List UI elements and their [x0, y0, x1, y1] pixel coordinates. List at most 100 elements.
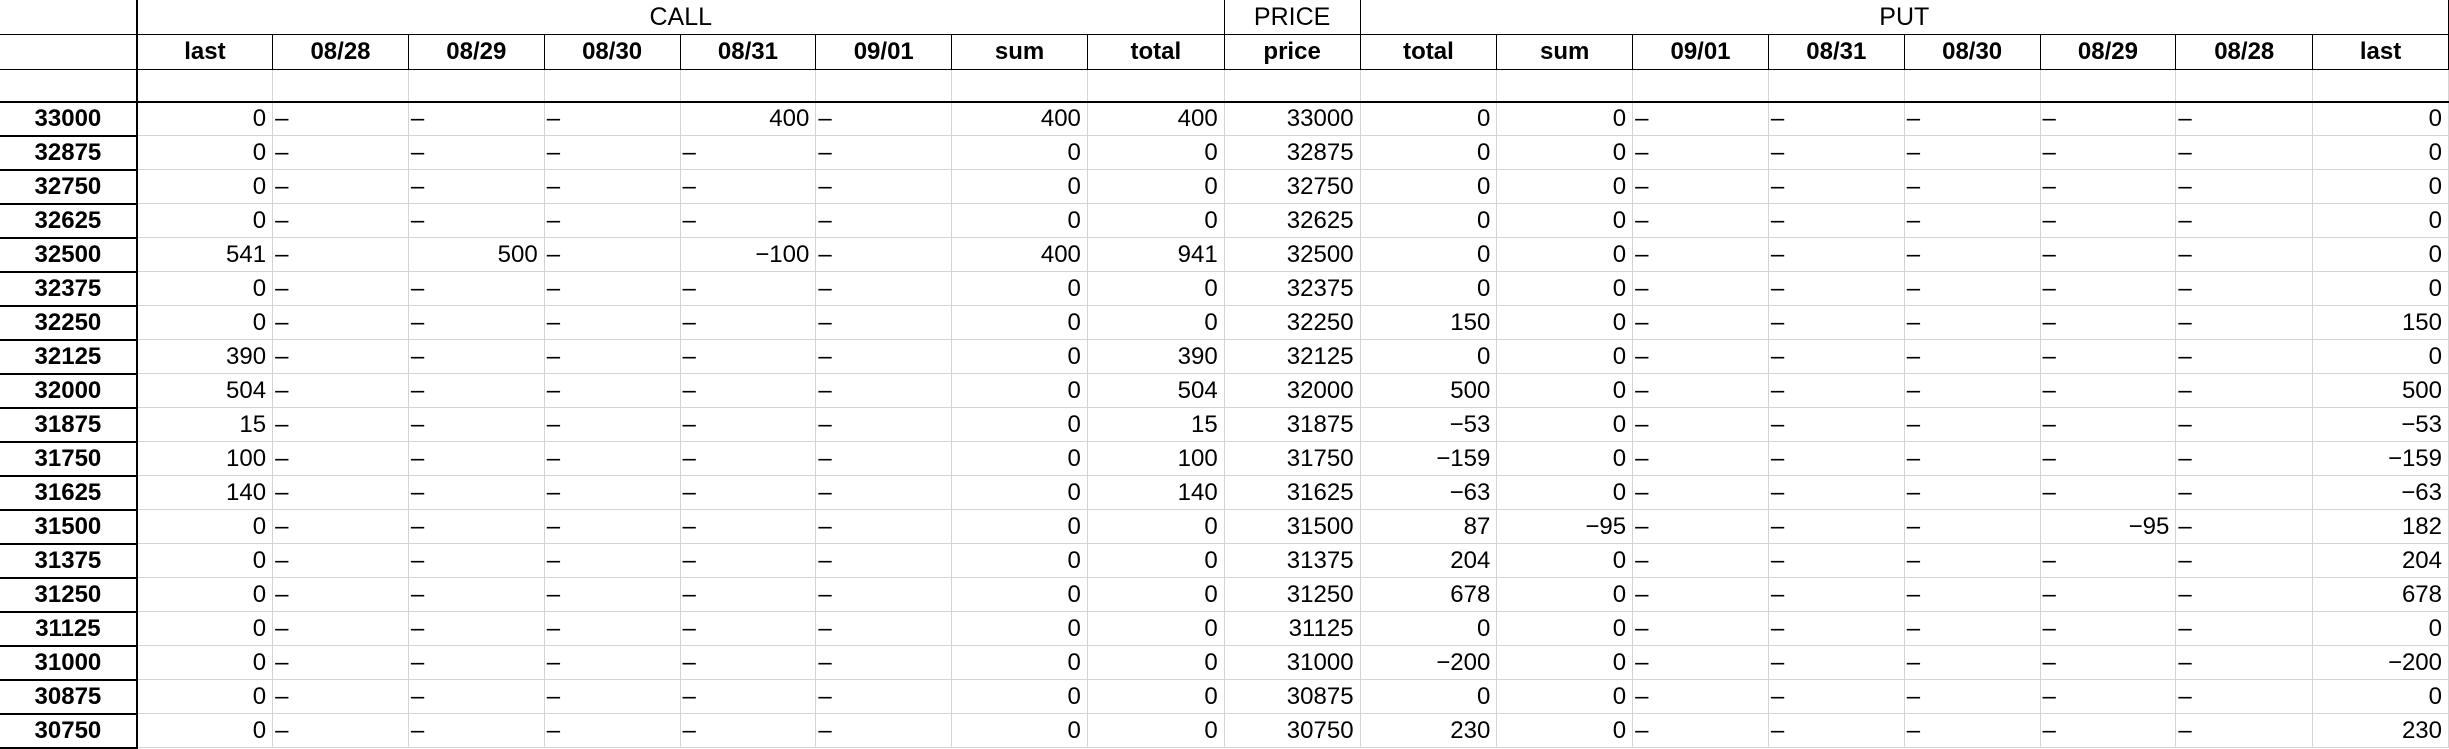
empty-cell[interactable]: [408, 69, 545, 103]
table-cell[interactable]: –: [2175, 237, 2314, 272]
table-cell[interactable]: 0: [136, 305, 274, 340]
table-cell[interactable]: 678: [2312, 577, 2449, 612]
table-cell[interactable]: 941: [1087, 237, 1225, 272]
table-cell[interactable]: –: [544, 407, 681, 442]
column-header[interactable]: 08/31: [1768, 34, 1905, 70]
table-cell[interactable]: 33000: [1224, 101, 1361, 136]
table-cell[interactable]: –: [408, 169, 545, 204]
table-cell[interactable]: 541: [136, 237, 274, 272]
table-cell[interactable]: –: [1904, 305, 2041, 340]
table-cell[interactable]: –: [408, 101, 545, 136]
column-header[interactable]: 08/29: [408, 34, 545, 70]
table-cell[interactable]: –: [815, 713, 953, 748]
column-header[interactable]: sum: [951, 34, 1088, 70]
table-cell[interactable]: –: [1632, 237, 1769, 272]
table-cell[interactable]: 0: [951, 339, 1088, 374]
table-cell[interactable]: –: [408, 543, 545, 578]
table-cell[interactable]: –: [1768, 271, 1905, 306]
table-cell[interactable]: 31250: [1224, 577, 1361, 612]
table-cell[interactable]: –: [2040, 237, 2177, 272]
table-cell[interactable]: –: [1632, 101, 1769, 136]
table-cell[interactable]: –: [1904, 101, 2041, 136]
table-cell[interactable]: 32250: [1224, 305, 1361, 340]
table-cell[interactable]: –: [272, 169, 409, 204]
table-cell[interactable]: 0: [951, 475, 1088, 510]
table-cell[interactable]: 400: [951, 237, 1088, 272]
table-cell[interactable]: –: [815, 339, 953, 374]
table-cell[interactable]: –: [1768, 339, 1905, 374]
table-cell[interactable]: 31500: [1224, 509, 1361, 544]
table-cell[interactable]: 0: [2312, 611, 2449, 646]
table-cell[interactable]: –: [408, 679, 545, 714]
table-cell[interactable]: –: [680, 271, 817, 306]
table-cell[interactable]: 500: [408, 237, 545, 272]
table-cell[interactable]: –: [408, 441, 545, 476]
table-cell[interactable]: –: [2175, 441, 2314, 476]
strike-row-header[interactable]: 31000: [0, 645, 138, 681]
table-cell[interactable]: –: [1632, 645, 1769, 680]
table-cell[interactable]: 0: [1087, 679, 1225, 714]
empty-cell[interactable]: [272, 69, 409, 103]
table-cell[interactable]: 31625: [1224, 475, 1361, 510]
table-cell[interactable]: –: [1632, 271, 1769, 306]
table-cell[interactable]: –: [408, 509, 545, 544]
table-cell[interactable]: –: [1632, 203, 1769, 238]
table-cell[interactable]: 230: [2312, 713, 2449, 748]
table-cell[interactable]: –: [2175, 407, 2314, 442]
empty-cell[interactable]: [1768, 69, 1905, 103]
table-cell[interactable]: 0: [1087, 713, 1225, 748]
table-cell[interactable]: –: [2175, 169, 2314, 204]
table-cell[interactable]: 150: [1360, 305, 1498, 340]
empty-cell[interactable]: [1087, 69, 1225, 103]
table-cell[interactable]: –: [680, 305, 817, 340]
table-cell[interactable]: –: [1904, 169, 2041, 204]
table-cell[interactable]: −63: [2312, 475, 2449, 510]
table-cell[interactable]: 0: [1496, 577, 1634, 612]
table-cell[interactable]: 0: [2312, 135, 2449, 170]
table-cell[interactable]: 400: [951, 101, 1088, 136]
table-cell[interactable]: −63: [1360, 475, 1498, 510]
table-cell[interactable]: 390: [1087, 339, 1225, 374]
strike-row-header[interactable]: 32500: [0, 237, 138, 273]
column-header[interactable]: 08/28: [272, 34, 409, 70]
table-cell[interactable]: 0: [136, 101, 274, 136]
table-cell[interactable]: –: [1904, 543, 2041, 578]
table-cell[interactable]: –: [2040, 339, 2177, 374]
table-cell[interactable]: –: [2175, 713, 2314, 748]
table-cell[interactable]: –: [408, 203, 545, 238]
table-cell[interactable]: –: [680, 611, 817, 646]
table-cell[interactable]: –: [1904, 577, 2041, 612]
table-cell[interactable]: –: [544, 713, 681, 748]
table-cell[interactable]: –: [272, 407, 409, 442]
table-cell[interactable]: –: [2175, 373, 2314, 408]
table-cell[interactable]: 0: [1496, 101, 1634, 136]
table-cell[interactable]: –: [815, 305, 953, 340]
table-cell[interactable]: 0: [951, 645, 1088, 680]
column-header[interactable]: 08/31: [680, 34, 817, 70]
table-cell[interactable]: −159: [1360, 441, 1498, 476]
table-cell[interactable]: –: [1904, 509, 2041, 544]
table-cell[interactable]: –: [680, 441, 817, 476]
table-cell[interactable]: 0: [1087, 509, 1225, 544]
table-cell[interactable]: 0: [1496, 713, 1634, 748]
table-cell[interactable]: –: [680, 577, 817, 612]
table-cell[interactable]: 31750: [1224, 441, 1361, 476]
table-cell[interactable]: 0: [951, 509, 1088, 544]
table-cell[interactable]: –: [815, 203, 953, 238]
table-cell[interactable]: 0: [951, 577, 1088, 612]
table-cell[interactable]: 140: [136, 475, 274, 510]
table-cell[interactable]: 0: [951, 611, 1088, 646]
table-cell[interactable]: 0: [136, 271, 274, 306]
table-cell[interactable]: 0: [136, 713, 274, 748]
column-header[interactable]: 09/01: [815, 34, 953, 70]
table-cell[interactable]: –: [272, 509, 409, 544]
strike-row-header[interactable]: 33000: [0, 101, 138, 137]
table-cell[interactable]: –: [2175, 305, 2314, 340]
table-cell[interactable]: 0: [951, 305, 1088, 340]
table-cell[interactable]: –: [815, 237, 953, 272]
table-cell[interactable]: 400: [1087, 101, 1225, 136]
table-cell[interactable]: –: [680, 713, 817, 748]
table-cell[interactable]: 0: [2312, 237, 2449, 272]
table-cell[interactable]: –: [815, 101, 953, 136]
corner-cell[interactable]: [0, 0, 138, 35]
